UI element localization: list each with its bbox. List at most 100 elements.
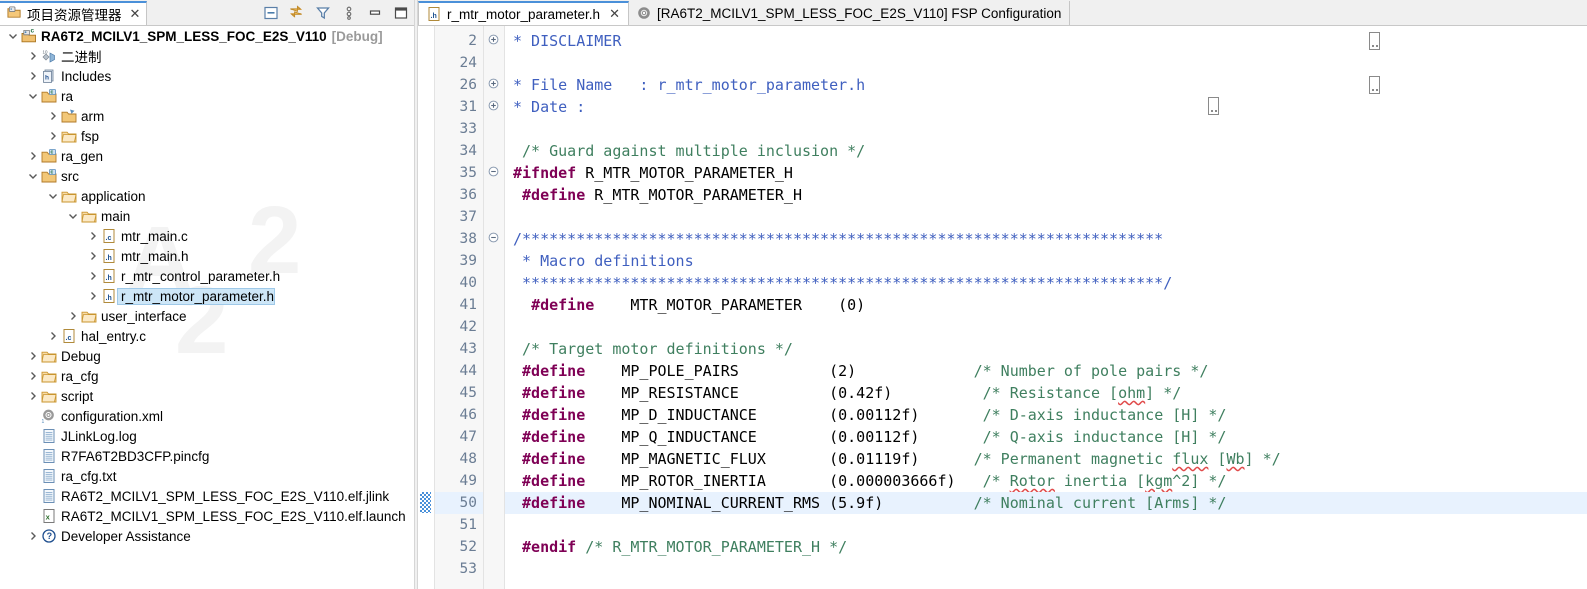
chevron-right-icon[interactable] bbox=[26, 66, 40, 86]
fold-expand-icon[interactable] bbox=[487, 74, 500, 96]
fold-collapse-icon[interactable] bbox=[487, 162, 500, 184]
tree-item[interactable]: application bbox=[0, 186, 414, 206]
chevron-right-icon[interactable] bbox=[46, 326, 60, 346]
chevron-down-icon[interactable] bbox=[66, 206, 80, 226]
tree-item[interactable]: .h mtr_main.h bbox=[0, 246, 414, 266]
tree-item[interactable]: .c mtr_main.c bbox=[0, 226, 414, 246]
minimize-button[interactable] bbox=[366, 4, 383, 21]
close-icon[interactable]: ✕ bbox=[130, 7, 141, 22]
folder-icon bbox=[60, 126, 78, 146]
tree-item[interactable]: h Includes bbox=[0, 66, 414, 86]
tree-item[interactable]: x RA6T2_MCILV1_SPM_LESS_FOC_E2S_V110.elf.… bbox=[0, 506, 414, 526]
chevron-down-icon[interactable] bbox=[46, 186, 60, 206]
code-line[interactable]: #define MP_Q_INDUCTANCE (0.00112f) /* Q-… bbox=[513, 426, 1587, 448]
fold-expand-icon[interactable] bbox=[487, 96, 500, 118]
code-line[interactable]: ****************************************… bbox=[513, 272, 1587, 294]
fold-collapse-icon[interactable] bbox=[487, 228, 500, 250]
code-line[interactable]: #define R_MTR_MOTOR_PARAMETER_H bbox=[513, 184, 1587, 206]
source-text[interactable]: * DISCLAIMER * File Name : r_mtr_motor_pa… bbox=[505, 26, 1587, 589]
tree-item[interactable]: ra_cfg bbox=[0, 366, 414, 386]
chevron-right-icon[interactable] bbox=[26, 146, 40, 166]
tree-item[interactable]: 10 二进制 bbox=[0, 46, 414, 66]
change-marker[interactable] bbox=[420, 492, 431, 513]
c-file-icon: .c bbox=[60, 326, 78, 346]
tree-item-label: R7FA6T2BD3CFP.pincfg bbox=[61, 448, 210, 464]
chevron-right-icon[interactable] bbox=[46, 106, 60, 126]
chevron-right-icon[interactable] bbox=[26, 46, 40, 66]
spellcheck-word: ohm bbox=[1118, 384, 1146, 402]
tree-item[interactable]: R7FA6T2BD3CFP.pincfg bbox=[0, 446, 414, 466]
code-line[interactable]: * Date : bbox=[513, 96, 1587, 118]
code-line[interactable]: #define MP_NOMINAL_CURRENT_RMS (5.9f) /*… bbox=[513, 492, 1587, 514]
code-line[interactable] bbox=[513, 118, 1587, 140]
tree-item[interactable]: .c hal_entry.c bbox=[0, 326, 414, 346]
chevron-right-icon[interactable] bbox=[26, 366, 40, 386]
tree-item[interactable]: .h r_mtr_control_parameter.h bbox=[0, 266, 414, 286]
tree-item[interactable]: main bbox=[0, 206, 414, 226]
tree-item[interactable]: arm bbox=[0, 106, 414, 126]
tree-item[interactable]: user_interface bbox=[0, 306, 414, 326]
chevron-down-icon[interactable] bbox=[6, 26, 20, 46]
code-line[interactable]: /* Guard against multiple inclusion */ bbox=[513, 140, 1587, 162]
code-line[interactable] bbox=[513, 558, 1587, 580]
tree-item[interactable]: script bbox=[0, 386, 414, 406]
chevron-right-icon[interactable] bbox=[86, 246, 100, 266]
chevron-right-icon[interactable] bbox=[86, 226, 100, 246]
tree-item[interactable]: c ra bbox=[0, 86, 414, 106]
code-line[interactable]: #endif /* R_MTR_MOTOR_PARAMETER_H */ bbox=[513, 536, 1587, 558]
link-with-editor-button[interactable] bbox=[288, 4, 305, 21]
tree-item[interactable]: fsp bbox=[0, 126, 414, 146]
annotation-ruler[interactable] bbox=[418, 26, 435, 589]
code-line[interactable]: /* Target motor definitions */ bbox=[513, 338, 1587, 360]
chevron-right-icon[interactable] bbox=[26, 386, 40, 406]
chevron-right-icon[interactable] bbox=[26, 346, 40, 366]
code-line[interactable]: #define MP_POLE_PAIRS (2) /* Number of p… bbox=[513, 360, 1587, 382]
maximize-button[interactable] bbox=[392, 4, 409, 21]
project-tree[interactable]: A 2 2 c RA6T2_MCILV1_SPM_LESS_FOC_E2S_V11… bbox=[0, 26, 414, 589]
chevron-right-icon[interactable] bbox=[66, 306, 80, 326]
code-token: /* Guard against multiple inclusion */ bbox=[513, 142, 866, 160]
tree-item[interactable]: 1 configuration.xml bbox=[0, 406, 414, 426]
code-line[interactable]: #define MP_RESISTANCE (0.42f) /* Resista… bbox=[513, 382, 1587, 404]
code-line[interactable]: #define MP_D_INDUCTANCE (0.00112f) /* D-… bbox=[513, 404, 1587, 426]
tree-item[interactable]: c src bbox=[0, 166, 414, 186]
code-line[interactable] bbox=[513, 206, 1587, 228]
text-file-icon bbox=[40, 486, 58, 506]
chevron-right-icon[interactable] bbox=[86, 286, 100, 306]
code-line[interactable]: * DISCLAIMER bbox=[513, 30, 1587, 52]
tree-item-selected[interactable]: .h r_mtr_motor_parameter.h bbox=[0, 286, 414, 306]
svg-text:.c: .c bbox=[106, 235, 112, 242]
svg-text:1: 1 bbox=[42, 419, 45, 424]
tree-item[interactable]: ? Developer Assistance bbox=[0, 526, 414, 546]
code-line[interactable]: * Macro definitions bbox=[513, 250, 1587, 272]
chevron-right-icon[interactable] bbox=[46, 126, 60, 146]
code-line[interactable]: #define MP_MAGNETIC_FLUX (0.01119f) /* P… bbox=[513, 448, 1587, 470]
filters-button[interactable] bbox=[314, 4, 331, 21]
editor-tab-1[interactable]: .h r_mtr_motor_parameter.h ✕ bbox=[418, 1, 629, 25]
editor-tab-2[interactable]: [RA6T2_MCILV1_SPM_LESS_FOC_E2S_V110] FSP… bbox=[628, 1, 1071, 25]
chevron-right-icon[interactable] bbox=[26, 526, 40, 546]
tree-item[interactable]: ra_cfg.txt bbox=[0, 466, 414, 486]
chevron-right-icon[interactable] bbox=[86, 266, 100, 286]
tree-item[interactable]: RA6T2_MCILV1_SPM_LESS_FOC_E2S_V110.elf.j… bbox=[0, 486, 414, 506]
tree-item[interactable]: c RA6T2_MCILV1_SPM_LESS_FOC_E2S_V110 [Debu… bbox=[0, 26, 414, 46]
chevron-down-icon[interactable] bbox=[26, 86, 40, 106]
view-menu-button[interactable] bbox=[340, 4, 357, 21]
code-line[interactable]: * File Name : r_mtr_motor_parameter.h bbox=[513, 74, 1587, 96]
close-icon[interactable]: ✕ bbox=[609, 7, 620, 22]
chevron-down-icon[interactable] bbox=[26, 166, 40, 186]
tree-item[interactable]: JLinkLog.log bbox=[0, 426, 414, 446]
tree-item[interactable]: Debug bbox=[0, 346, 414, 366]
folding-ruler[interactable] bbox=[484, 26, 505, 589]
code-line[interactable]: /***************************************… bbox=[513, 228, 1587, 250]
collapse-all-button[interactable] bbox=[262, 4, 279, 21]
tab-project-explorer[interactable]: 项目资源管理器 ✕ bbox=[0, 1, 148, 25]
code-line[interactable]: #define MTR_MOTOR_PARAMETER (0) bbox=[513, 294, 1587, 316]
tree-item[interactable]: c ra_gen bbox=[0, 146, 414, 166]
fold-expand-icon[interactable] bbox=[487, 30, 500, 52]
code-line[interactable]: #ifndef R_MTR_MOTOR_PARAMETER_H bbox=[513, 162, 1587, 184]
code-line[interactable] bbox=[513, 514, 1587, 536]
code-line[interactable] bbox=[513, 316, 1587, 338]
code-line[interactable] bbox=[513, 52, 1587, 74]
code-line[interactable]: #define MP_ROTOR_INERTIA (0.000003666f) … bbox=[513, 470, 1587, 492]
